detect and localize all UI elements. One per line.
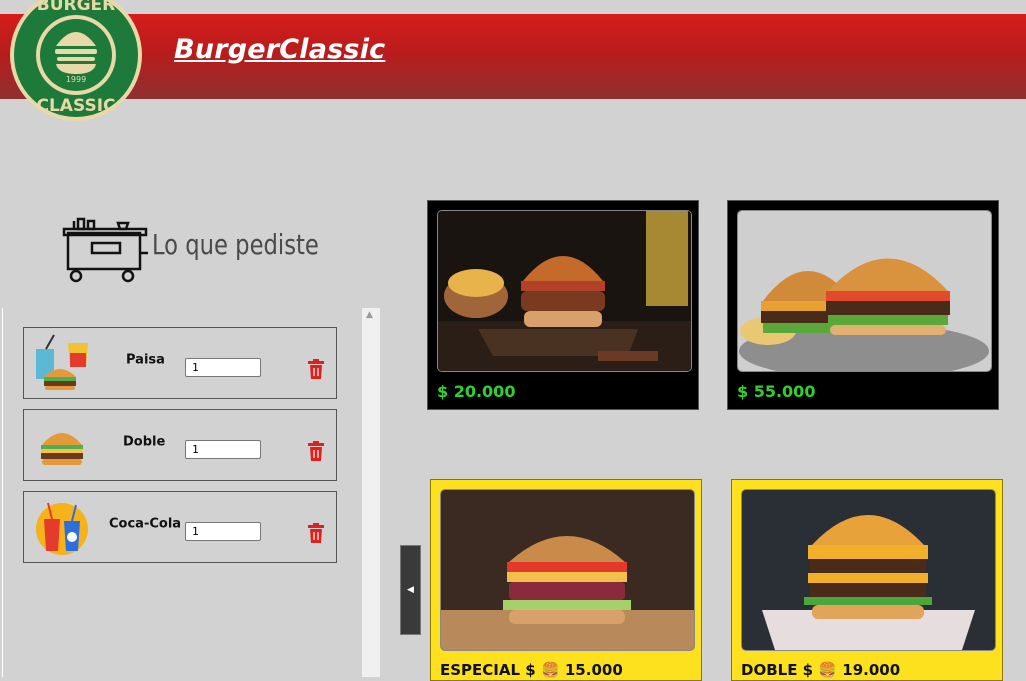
- product-price: 19.000: [842, 661, 901, 679]
- cart-item: Paisa: [23, 327, 337, 399]
- cart-scrollbar[interactable]: ▲: [362, 308, 380, 677]
- header-bar: [0, 14, 1026, 99]
- burger-photo[interactable]: [741, 489, 996, 651]
- brand-title[interactable]: BurgerClassic: [174, 34, 385, 65]
- burger-photo[interactable]: [737, 210, 992, 372]
- trash-icon[interactable]: [307, 441, 325, 461]
- burger-emoji-icon: 🍔: [818, 661, 838, 679]
- product-card[interactable]: DOBLE $ 🍔 19.000: [731, 479, 1003, 681]
- product-card[interactable]: $ 55.000: [727, 200, 999, 410]
- svg-text:BURGER: BURGER: [37, 0, 116, 15]
- quantity-input[interactable]: [185, 358, 261, 377]
- item-name: Doble: [123, 434, 166, 450]
- combo-meal-icon: [36, 334, 88, 390]
- svg-text:1999: 1999: [66, 75, 86, 84]
- svg-text:CLASSIC: CLASSIC: [37, 96, 116, 116]
- burger-icon: [41, 433, 83, 465]
- burger-photo[interactable]: [440, 489, 695, 651]
- scroll-up-arrow-icon[interactable]: ▲: [366, 310, 373, 320]
- product-label: DOBLE $: [741, 661, 814, 679]
- product-price: $ 55.000: [737, 382, 816, 401]
- product-caption: ESPECIAL $ 🍔 15.000: [440, 661, 623, 679]
- collapse-panel-button[interactable]: ◀: [400, 545, 421, 635]
- food-cart-icon: [62, 217, 148, 283]
- quantity-input[interactable]: [185, 522, 261, 541]
- product-price: $ 20.000: [437, 382, 516, 401]
- item-name: Paisa: [126, 352, 165, 368]
- product-card[interactable]: ESPECIAL $ 🍔 15.000: [430, 479, 702, 681]
- cart-title: Lo que pediste: [152, 228, 319, 261]
- trash-icon[interactable]: [307, 359, 325, 379]
- product-label: ESPECIAL $: [440, 661, 536, 679]
- product-card[interactable]: $ 20.000: [427, 200, 699, 410]
- product-caption: DOBLE $ 🍔 19.000: [741, 661, 900, 679]
- burger-photo[interactable]: [437, 210, 692, 372]
- item-name: Coca-Cola: [109, 516, 182, 532]
- cart-item: Coca-Cola: [23, 491, 337, 563]
- burger-emoji-icon: 🍔: [540, 661, 560, 679]
- chevron-left-icon: ◀: [407, 585, 414, 595]
- soda-icon: [36, 502, 88, 555]
- quantity-input[interactable]: [185, 440, 261, 459]
- product-price: 15.000: [564, 661, 623, 679]
- trash-icon[interactable]: [307, 523, 325, 543]
- burger-classic-logo[interactable]: 1999 BURGER CLASSIC: [9, 0, 143, 122]
- cart-item: Doble: [23, 409, 337, 481]
